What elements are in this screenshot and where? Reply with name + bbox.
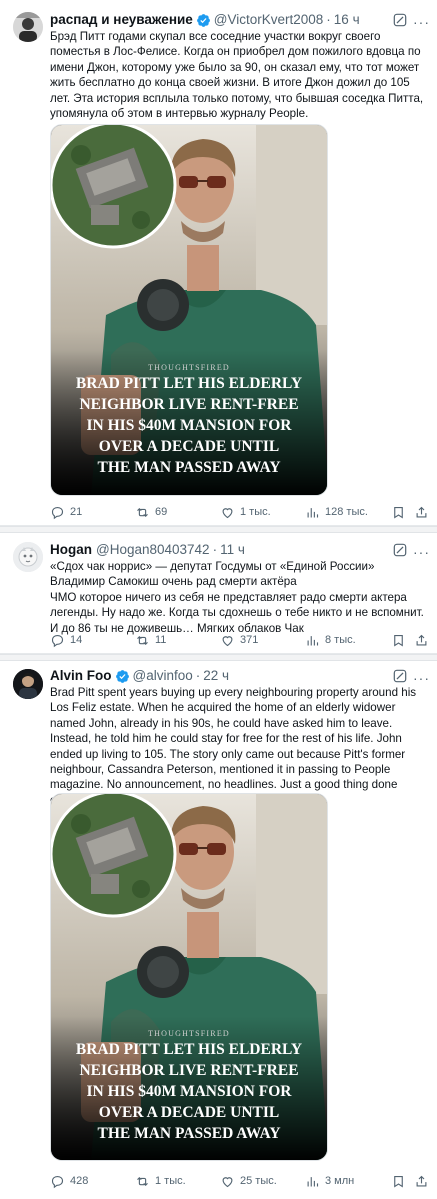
views-icon [307,507,319,517]
share-button[interactable] [414,502,429,522]
share-icon [416,506,427,517]
like-count: 1 тыс. [240,506,271,518]
image-caption-line: NEIGHBOR LIVE RENT-FREE [79,1062,299,1079]
views-icon [307,1176,319,1186]
reply-button[interactable]: 21 [50,502,82,522]
views-button[interactable]: 8 тыс. [305,630,356,650]
image-source: THOUGHTSFIRED [148,363,230,372]
thread-separator [0,526,437,533]
image-caption-line: OVER A DECADE UNTIL [98,438,280,455]
tweet-text: «Сдох чак норрис» — депутат Госдумы от «… [50,560,424,635]
repost-icon [137,635,148,645]
image-caption-line: THE MAN PASSED AWAY [97,459,281,476]
bookmark-button[interactable] [391,502,406,522]
display-name[interactable]: распад и неуважение [50,11,193,29]
grok-icon[interactable] [393,13,407,27]
handle[interactable]: @Hogan80403742 [96,541,210,559]
reply-icon [51,634,64,647]
image-caption-line: BRAD PITT LET HIS ELDERLY [75,1041,303,1058]
grok-icon[interactable] [393,543,407,557]
like-button[interactable]: 1 тыс. [220,502,271,522]
bookmark-button[interactable] [391,1171,406,1191]
reply-count: 428 [70,1175,89,1187]
views-button[interactable]: 3 млн [305,1171,354,1191]
share-button[interactable] [414,630,429,650]
image-caption-line: IN HIS $40M MANSION FOR [86,417,292,434]
like-icon [222,635,233,646]
reply-button[interactable]: 428 [50,1171,88,1191]
reply-button[interactable]: 14 [50,630,82,650]
like-count: 371 [240,634,259,646]
action-bar: 428 1 тыс. 25 тыс. 3 млн [50,1171,430,1191]
image-caption-line: BRAD PITT LET HIS ELDERLY [75,375,303,392]
handle[interactable]: @alvinfoo [133,667,193,685]
tweet-image[interactable]: THOUGHTSFIRED BRAD PITT LET HIS ELDERLY … [50,124,328,496]
bookmark-button[interactable] [391,630,406,650]
avatar[interactable] [13,542,43,572]
separator-dot: · [195,668,201,683]
display-name[interactable]: Hogan [50,541,92,559]
like-icon [222,1176,233,1187]
share-icon [416,1175,427,1186]
reply-count: 21 [70,506,83,518]
verified-badge-icon [115,669,130,684]
avatar[interactable] [13,669,43,699]
action-bar: 21 69 1 тыс. 128 тыс. [50,502,430,522]
repost-button[interactable]: 11 [135,630,166,650]
views-count: 128 тыс. [325,506,368,518]
repost-button[interactable]: 1 тыс. [135,1171,186,1191]
reply-icon [51,506,64,519]
image-caption-line: NEIGHBOR LIVE RENT-FREE [79,396,299,413]
grok-icon[interactable] [393,669,407,683]
tweet-3[interactable]: Alvin Foo @alvinfoo · 22 ч ··· Brad Pitt… [0,661,437,1199]
views-count: 3 млн [325,1175,355,1187]
views-icon [307,635,319,645]
like-button[interactable]: 371 [220,630,258,650]
image-caption-line: THE MAN PASSED AWAY [97,1125,281,1142]
like-button[interactable]: 25 тыс. [220,1171,277,1191]
tweet-text: Brad Pitt spent years buying up every ne… [50,686,417,807]
tweet-image[interactable]: THOUGHTSFIRED BRAD PITT LET HIS ELDERLY … [50,793,328,1161]
views-count: 8 тыс. [325,634,356,646]
separator-dot: · [326,12,331,27]
repost-count: 69 [155,506,168,518]
share-button[interactable] [414,1171,429,1191]
thread-separator [0,654,437,661]
views-button[interactable]: 128 тыс. [305,502,368,522]
reply-count: 14 [70,634,83,646]
tweet-text: Брэд Питт годами скупал все соседние уча… [50,30,424,121]
image-caption-line: OVER A DECADE UNTIL [98,1104,280,1121]
timestamp[interactable]: 11 ч [220,541,245,559]
timestamp[interactable]: 16 ч [334,11,360,29]
repost-icon [137,1176,148,1186]
reply-icon [51,1175,64,1188]
bookmark-icon [394,634,403,647]
avatar[interactable] [13,12,43,42]
action-bar: 14 11 371 8 тыс. [50,630,430,650]
handle[interactable]: @VictorKvert2008 [214,11,324,29]
like-icon [222,507,233,518]
verified-badge-icon [196,13,211,28]
repost-count: 11 [155,634,167,646]
repost-icon [137,507,148,517]
image-caption-line: IN HIS $40M MANSION FOR [86,1083,292,1100]
share-icon [416,634,427,645]
timestamp[interactable]: 22 ч [203,667,229,685]
display-name[interactable]: Alvin Foo [50,667,112,685]
repost-button[interactable]: 69 [135,502,167,522]
tweet-2[interactable]: Hogan @Hogan80403742 · 11 ч ··· «Сдох ча… [0,533,437,654]
separator-dot: · [212,542,218,557]
tweet-1[interactable]: распад и неуважение @VictorKvert2008 · 1… [0,0,437,526]
repost-count: 1 тыс. [155,1175,186,1187]
like-count: 25 тыс. [240,1175,277,1187]
bookmark-icon [394,506,403,519]
image-source: THOUGHTSFIRED [148,1029,230,1038]
bookmark-icon [394,1175,403,1188]
